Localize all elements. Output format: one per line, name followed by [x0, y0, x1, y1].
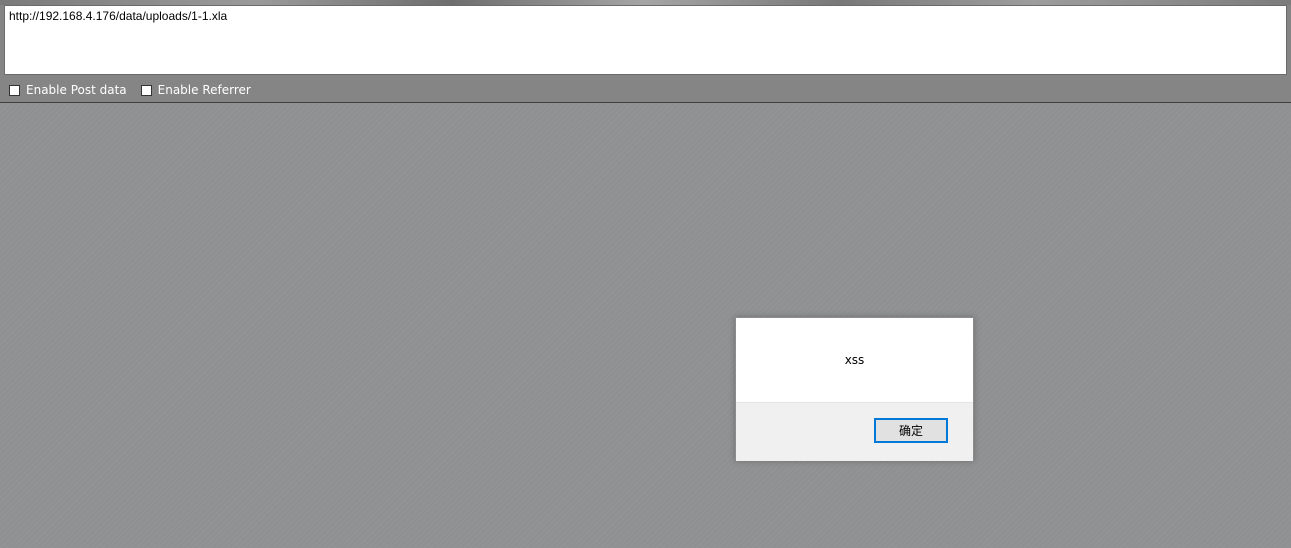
options-row: Enable Post data Enable Referrer [9, 82, 265, 98]
enable-referrer-option[interactable]: Enable Referrer [140, 83, 251, 97]
alert-footer: 确定 [736, 402, 973, 461]
ok-button[interactable]: 确定 [874, 418, 948, 443]
hackbar-toolbar: http://192.168.4.176/data/uploads/1-1.xl… [0, 5, 1291, 103]
alert-message: xss [844, 353, 865, 367]
enable-post-data-option[interactable]: Enable Post data [9, 83, 127, 97]
alert-dialog: xss 确定 [735, 317, 974, 461]
enable-post-data-checkbox[interactable] [9, 84, 20, 96]
alert-body: xss [736, 318, 973, 402]
page-content-area [0, 103, 1291, 548]
enable-referrer-label: Enable Referrer [157, 83, 251, 97]
enable-referrer-checkbox[interactable] [140, 84, 152, 96]
url-input[interactable]: http://192.168.4.176/data/uploads/1-1.xl… [4, 5, 1287, 75]
enable-post-data-label: Enable Post data [26, 83, 127, 97]
